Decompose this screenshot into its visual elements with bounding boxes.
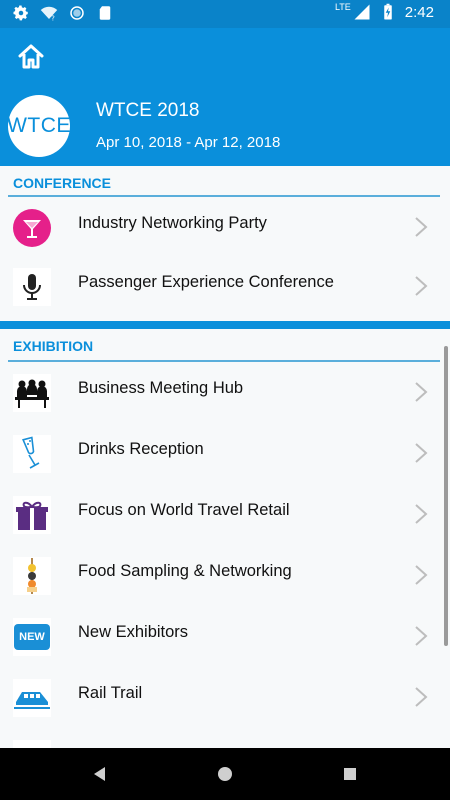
list-item-passenger-experience-conference[interactable]: Passenger Experience Conference <box>0 256 450 317</box>
list-item-label: Drinks Reception <box>78 440 204 458</box>
list-item-label: Passenger Experience Conference <box>78 273 334 291</box>
list-item-focus-on-world-travel-retail[interactable]: Focus on World Travel Retail <box>0 484 450 545</box>
new-badge: NEW <box>14 624 50 650</box>
list-item-industry-networking-party[interactable]: Industry Networking Party <box>0 197 450 256</box>
section-title: CONFERENCE <box>13 175 112 191</box>
back-icon[interactable] <box>90 764 110 784</box>
chevron-right-icon <box>415 217 428 237</box>
section-title: EXHIBITION <box>13 338 94 354</box>
list-item-label: Focus on World Travel Retail <box>78 501 290 519</box>
chevron-right-icon <box>415 276 428 296</box>
battery-icon <box>384 3 392 20</box>
scrollbar[interactable] <box>444 346 448 646</box>
list-item-label: Rail Trail <box>78 684 143 702</box>
champagne-icon <box>13 435 51 473</box>
new-badge-text: NEW <box>19 631 45 643</box>
event-title: WTCE 2018 <box>96 100 200 121</box>
status-time: 2:42 <box>404 3 434 21</box>
train-icon <box>13 679 51 717</box>
network-type: LTE <box>334 2 351 12</box>
home-icon[interactable] <box>16 42 46 72</box>
chevron-right-icon <box>415 565 428 585</box>
list-item-food-sampling-networking[interactable]: Food Sampling & Networking <box>0 545 450 606</box>
app-bar <box>0 28 450 86</box>
meeting-icon <box>13 374 51 412</box>
section-header-conference: CONFERENCE <box>0 166 450 197</box>
list-item-new-exhibitors[interactable]: NEW New Exhibitors <box>0 606 450 667</box>
microphone-icon <box>13 268 51 306</box>
chevron-right-icon <box>415 687 428 707</box>
list-item-business-meeting-hub[interactable]: Business Meeting Hub <box>0 362 450 423</box>
event-dates: Apr 10, 2018 - Apr 12, 2018 <box>96 134 281 151</box>
session-list: CONFERENCE Industry Networking Party Pas… <box>0 166 450 748</box>
list-item-label: New Exhibitors <box>78 623 189 641</box>
new-badge-icon: NEW <box>13 618 51 656</box>
food-skewer-icon <box>13 557 51 595</box>
svg-text:?: ? <box>51 15 55 23</box>
event-logo: WTCE <box>7 95 71 157</box>
chevron-right-icon <box>415 443 428 463</box>
list-item-drinks-reception[interactable]: Drinks Reception <box>0 423 450 484</box>
list-item-partial[interactable] <box>0 728 450 748</box>
event-logo-text: WTCE <box>7 114 71 137</box>
circle-icon <box>70 6 84 20</box>
list-item-label: Business Meeting Hub <box>78 379 244 397</box>
recents-icon[interactable] <box>340 764 360 784</box>
event-header: WTCE WTCE 2018 Apr 10, 2018 - Apr 12, 20… <box>0 86 450 166</box>
signal-icon <box>354 4 370 20</box>
gear-icon <box>13 5 28 21</box>
wifi-icon: ? <box>40 6 58 23</box>
list-item-label: Industry Networking Party <box>78 214 267 232</box>
sd-card-icon <box>99 6 111 20</box>
partial-item-icon <box>13 740 51 748</box>
navigation-bar <box>0 748 450 800</box>
status-bar: ? LTE 2:42 <box>0 0 450 28</box>
list-item-rail-trail[interactable]: Rail Trail <box>0 667 450 728</box>
gift-icon <box>13 496 51 534</box>
chevron-right-icon <box>415 382 428 402</box>
cocktail-icon <box>13 209 51 247</box>
chevron-right-icon <box>415 504 428 524</box>
home-nav-icon[interactable] <box>215 764 235 784</box>
section-header-exhibition: EXHIBITION <box>0 329 450 362</box>
list-item-label: Food Sampling & Networking <box>78 562 292 580</box>
chevron-right-icon <box>415 626 428 646</box>
section-divider <box>0 321 450 329</box>
